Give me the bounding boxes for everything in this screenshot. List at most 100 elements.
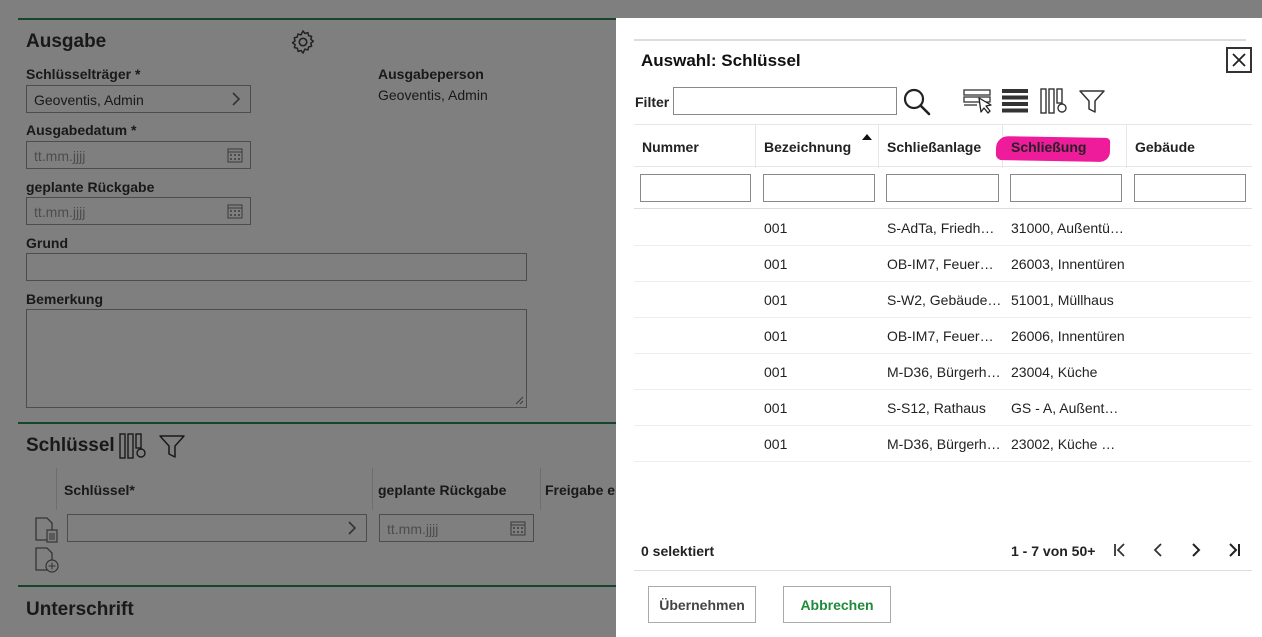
filter-gebaeude-input[interactable] [1134,174,1246,202]
column-header-schliessanlage[interactable]: Schließanlage [879,125,1003,168]
resize-handle-icon[interactable] [515,396,524,405]
column-header-gebaeude[interactable]: Gebäude [1127,125,1252,168]
column-separator [540,468,541,510]
close-button[interactable] [1226,47,1252,73]
rueckgabe-date-placeholder: tt.mm.jjjj [387,521,439,537]
table-header-schluessel: Schlüssel* [64,482,135,498]
chevron-right-icon [348,521,357,535]
ausgabe-title: Ausgabe [26,31,107,52]
filter-schliessung-input[interactable] [1010,174,1122,202]
select-cursor-icon[interactable] [963,88,993,114]
cancel-button[interactable]: Abbrechen [783,586,891,623]
close-icon [1232,53,1246,67]
first-page-icon [1114,543,1125,557]
grid-filter-row [634,167,1252,209]
funnel-icon[interactable] [1078,88,1106,116]
schluesseltraeger-value: Geoventis, Admin [34,92,144,108]
cell-bezeichnung: 001 [764,292,788,308]
cell-bezeichnung: 001 [764,436,788,452]
grund-input[interactable] [26,253,527,281]
column-header-schliessung[interactable]: Schließung [1003,125,1127,168]
calendar-icon[interactable] [227,147,243,163]
schluesseltraeger-field[interactable]: Geoventis, Admin [26,85,251,113]
ausgabeperson-value: Geoventis, Admin [378,87,488,103]
ausgabedatum-placeholder: tt.mm.jjjj [34,148,86,164]
list-view-icon[interactable] [1001,88,1029,114]
chevron-right-icon [232,92,241,106]
cell-schliessanlage: S-S12, Rathaus [887,400,986,416]
search-icon[interactable] [902,87,932,117]
cell-bezeichnung: 001 [764,364,788,380]
geplante-rueckgabe-label: geplante Rückgabe [26,179,155,195]
pagination-info: 1 - 7 von 50+ [1011,543,1096,559]
ausgabedatum-label: Ausgabedatum * [26,122,137,138]
ausgabeperson-label: Ausgabeperson [378,66,484,82]
table-header-freigabe: Freigabe er [545,482,621,498]
select-key-dialog: Auswahl: Schlüssel Filter Nummer Bezeich… [616,18,1262,637]
schluessel-select-field[interactable] [67,514,367,542]
cell-schliessanlage: OB-IM7, Feuerwe... [887,256,1002,272]
first-page-button[interactable] [1110,540,1130,560]
filter-input[interactable] [673,87,897,115]
cell-schliessung: 26006, Innentüren [1011,328,1125,344]
column-header-nummer[interactable]: Nummer [634,125,756,168]
filter-label: Filter [635,94,670,110]
cell-bezeichnung: 001 [764,220,788,236]
bemerkung-textarea[interactable] [26,309,527,408]
table-row[interactable]: 001 OB-IM7, Feuerwe... 26006, Innentüren [634,318,1252,354]
column-settings-icon[interactable] [119,432,149,460]
sort-ascending-icon [862,134,872,140]
last-page-button[interactable] [1224,540,1244,560]
calendar-icon[interactable] [510,520,526,536]
table-row[interactable]: 001 M-D36, Bürgerha... 23004, Küche [634,354,1252,390]
cell-schliessanlage: OB-IM7, Feuerwe... [887,328,1002,344]
bemerkung-label: Bemerkung [26,291,104,307]
rueckgabe-date-input[interactable]: tt.mm.jjjj [379,514,534,542]
cell-bezeichnung: 001 [764,328,788,344]
filter-bezeichnung-input[interactable] [763,174,875,202]
column-settings-icon[interactable] [1040,87,1070,115]
last-page-icon [1229,543,1240,557]
cell-schliessung: GS - A, Außentüren [1011,400,1125,416]
section-divider [18,422,618,424]
dialog-title: Auswahl: Schlüssel [641,51,801,70]
chevron-left-icon [1153,543,1162,557]
funnel-icon[interactable] [158,433,186,461]
selected-count: 0 selektiert [641,543,715,559]
schluessel-title: Schlüssel [26,435,115,456]
cell-schliessung: 23002, Küche Mal... [1011,436,1125,452]
table-row[interactable]: 001 S-AdTa, Friedhofs... 31000, Außentüren [634,210,1252,246]
cell-schliessung: 51001, Müllhaus [1011,292,1114,308]
table-row[interactable]: 001 OB-IM7, Feuerwe... 26003, Innentüren [634,246,1252,282]
dialog-top-line [634,39,1246,41]
table-row[interactable]: 001 M-D36, Bürgerha... 23002, Küche Mal... [634,426,1252,462]
cell-bezeichnung: 001 [764,400,788,416]
column-header-bezeichnung-label: Bezeichnung [764,139,852,155]
previous-page-button[interactable] [1148,540,1168,560]
cell-schliessung: 31000, Außentüren [1011,220,1125,236]
gear-icon[interactable] [289,28,317,56]
add-document-icon[interactable] [33,546,61,574]
apply-button[interactable]: Übernehmen [648,586,756,623]
ausgabedatum-input[interactable]: tt.mm.jjjj [26,141,251,169]
table-row[interactable]: 001 S-W2, Gebäude K... 51001, Müllhaus [634,282,1252,318]
cell-schliessanlage: M-D36, Bürgerha... [887,364,1002,380]
column-header-bezeichnung[interactable]: Bezeichnung [756,125,879,168]
cell-schliessanlage: S-W2, Gebäude K... [887,292,1002,308]
unterschrift-title: Unterschrift [26,599,134,620]
table-row[interactable]: 001 S-S12, Rathaus GS - A, Außentüren [634,390,1252,426]
schluesseltraeger-label: Schlüsselträger * [26,66,141,82]
section-divider [18,585,618,587]
filter-schliessanlage-input[interactable] [886,174,999,202]
delete-document-icon[interactable] [33,516,61,544]
filter-nummer-input[interactable] [640,174,751,202]
next-page-button[interactable] [1186,540,1206,560]
column-separator [56,468,57,510]
geplante-rueckgabe-input[interactable]: tt.mm.jjjj [26,197,251,225]
grund-label: Grund [26,235,68,251]
cell-schliessung: 26003, Innentüren [1011,256,1125,272]
calendar-icon[interactable] [227,203,243,219]
footer-divider [634,570,1252,571]
grid-header: Nummer Bezeichnung Schließanlage Schließ… [634,124,1252,168]
cell-schliessung: 23004, Küche [1011,364,1098,380]
